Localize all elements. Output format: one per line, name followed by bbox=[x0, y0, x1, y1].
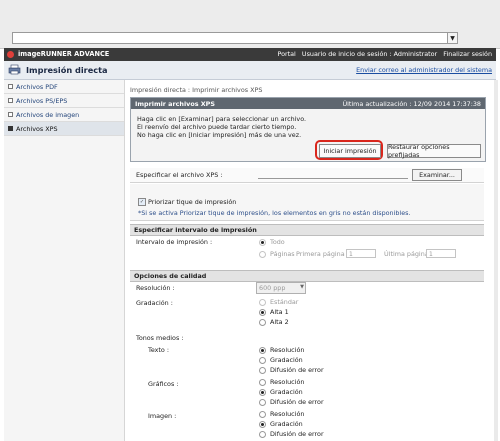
halftone-option-label: Difusión de error bbox=[270, 398, 324, 406]
sidebar-item-label: Archivos PS/EPS bbox=[16, 97, 68, 105]
notice-title: Imprimir archivos XPS bbox=[135, 100, 215, 108]
logout-link[interactable]: Finalizar sesión bbox=[443, 50, 492, 58]
image-gradation-radio[interactable] bbox=[259, 421, 266, 428]
gradation-high2-radio[interactable] bbox=[259, 319, 266, 326]
login-user-label: Usuario de inicio de sesión : Administra… bbox=[301, 50, 438, 58]
app-header: imageRUNNER ADVANCE Portal Usuario de in… bbox=[4, 48, 496, 61]
gradation-high1-radio[interactable] bbox=[259, 309, 266, 316]
file-row: Especificar el archivo XPS : Examinar... bbox=[130, 168, 484, 183]
chevron-down-icon: ▼ bbox=[300, 284, 304, 290]
section-title: Especificar intervalo de impresión bbox=[134, 226, 257, 234]
graphics-error-diffusion-radio[interactable] bbox=[259, 399, 266, 406]
bullet-icon bbox=[8, 98, 13, 103]
gradation-option-label: Alta 1 bbox=[270, 308, 289, 316]
notice-line: El reenvío del archivo puede tardar cier… bbox=[137, 123, 297, 131]
halftone-option-label: Gradación bbox=[270, 420, 303, 428]
file-label: Especificar el archivo XPS : bbox=[136, 171, 223, 179]
print-range-label: Intervalo de impresión : bbox=[136, 238, 213, 246]
start-print-button[interactable]: Iniciar impresión bbox=[319, 144, 381, 158]
halftone-graphics-label: Gráficos : bbox=[148, 380, 179, 388]
text-gradation-radio[interactable] bbox=[259, 357, 266, 364]
address-dropdown-icon[interactable]: ▼ bbox=[447, 33, 457, 43]
halftone-option-label: Gradación bbox=[270, 388, 303, 396]
text-resolution-radio[interactable] bbox=[259, 347, 266, 354]
gradation-label: Gradación : bbox=[136, 299, 173, 307]
page-title: Impresión directa bbox=[26, 65, 108, 75]
restore-defaults-button[interactable]: Restaurar opciones prefijadas bbox=[387, 143, 481, 159]
graphics-resolution-radio[interactable] bbox=[259, 379, 266, 386]
graphics-gradation-radio[interactable] bbox=[259, 389, 266, 396]
sidebar-item-label: Archivos PDF bbox=[16, 83, 58, 91]
halftone-option-label: Difusión de error bbox=[270, 366, 324, 374]
first-page-input[interactable]: 1 bbox=[346, 249, 376, 258]
sidebar-item-xps[interactable]: Archivos XPS bbox=[4, 122, 124, 136]
page-title-bar: Impresión directa Enviar correo al admin… bbox=[4, 61, 496, 80]
quality-section: Opciones de calidad bbox=[130, 270, 484, 282]
browser-toolbar: ▼ bbox=[0, 0, 500, 49]
priority-note: *Si se activa Priorizar tique de impresi… bbox=[138, 209, 411, 217]
email-admin-link[interactable]: Enviar correo al administrador del siste… bbox=[356, 66, 492, 74]
halftone-option-label: Resolución bbox=[270, 378, 305, 386]
first-page-label: Primera página : bbox=[296, 250, 349, 258]
sidebar-item-ps-eps[interactable]: Archivos PS/EPS bbox=[4, 94, 124, 108]
halftone-option-label: Resolución bbox=[270, 410, 305, 418]
sidebar-item-label: Archivos XPS bbox=[16, 125, 58, 133]
last-update: Última actualización : 12/09 2014 17:37:… bbox=[342, 100, 481, 108]
halftone-option-label: Difusión de error bbox=[270, 430, 324, 438]
halftones-label: Tonos medios : bbox=[136, 334, 184, 342]
gradation-option-label: Estándar bbox=[270, 298, 299, 306]
resolution-label: Resolución : bbox=[136, 284, 175, 292]
logo-icon bbox=[7, 51, 14, 58]
sidebar-item-label: Archivos de imagen bbox=[16, 111, 80, 119]
section-title: Opciones de calidad bbox=[134, 272, 207, 280]
sidebar: Archivos PDF Archivos PS/EPS Archivos de… bbox=[4, 80, 125, 441]
range-pages-radio[interactable] bbox=[259, 251, 266, 258]
main-content: Impresión directa : Imprimir archivos XP… bbox=[128, 80, 496, 441]
sidebar-item-pdf[interactable]: Archivos PDF bbox=[4, 80, 124, 94]
text-error-diffusion-radio[interactable] bbox=[259, 367, 266, 374]
brand-name: imageRUNNER ADVANCE bbox=[18, 50, 110, 58]
bullet-icon bbox=[8, 126, 13, 131]
portal-link[interactable]: Portal bbox=[277, 50, 295, 58]
resolution-select[interactable]: 600 ppp ▼ bbox=[256, 282, 306, 294]
bullet-icon bbox=[8, 84, 13, 89]
image-resolution-radio[interactable] bbox=[259, 411, 266, 418]
sidebar-item-images[interactable]: Archivos de imagen bbox=[4, 108, 124, 122]
range-pages-label: Páginas bbox=[270, 250, 295, 258]
priority-row: ✓ Priorizar tique de impresión *Si se ac… bbox=[130, 184, 484, 221]
breadcrumb: Impresión directa : Imprimir archivos XP… bbox=[130, 86, 263, 94]
address-bar[interactable]: ▼ bbox=[12, 32, 458, 44]
halftone-text-label: Texto : bbox=[148, 346, 170, 354]
scrollbar[interactable] bbox=[494, 80, 498, 441]
notice-header: Imprimir archivos XPS Última actualizaci… bbox=[131, 98, 485, 109]
print-range-section: Especificar intervalo de impresión bbox=[130, 224, 484, 236]
priority-label: Priorizar tique de impresión bbox=[148, 198, 237, 206]
range-all-label: Todo bbox=[270, 238, 285, 246]
halftone-option-label: Gradación bbox=[270, 356, 303, 364]
image-error-diffusion-radio[interactable] bbox=[259, 431, 266, 438]
gradation-option-label: Alta 2 bbox=[270, 318, 289, 326]
halftone-option-label: Resolución bbox=[270, 346, 305, 354]
resolution-value: 600 ppp bbox=[259, 284, 286, 292]
notice-panel: Imprimir archivos XPS Última actualizaci… bbox=[130, 97, 486, 162]
last-page-input[interactable]: 1 bbox=[426, 249, 456, 258]
bullet-icon bbox=[8, 112, 13, 117]
halftone-image-label: Imagen : bbox=[148, 412, 177, 420]
priority-checkbox[interactable]: ✓ bbox=[138, 198, 146, 206]
notice-line: No haga clic en [Iniciar impresión] más … bbox=[137, 131, 302, 139]
header-links: Portal Usuario de inicio de sesión : Adm… bbox=[273, 50, 492, 58]
range-all-radio[interactable] bbox=[259, 239, 266, 246]
browse-button[interactable]: Examinar... bbox=[412, 169, 462, 181]
file-path-input[interactable] bbox=[258, 170, 408, 179]
gradation-standard-radio[interactable] bbox=[259, 299, 266, 306]
printer-icon bbox=[8, 64, 21, 75]
notice-line: Haga clic en [Examinar] para seleccionar… bbox=[137, 115, 307, 123]
